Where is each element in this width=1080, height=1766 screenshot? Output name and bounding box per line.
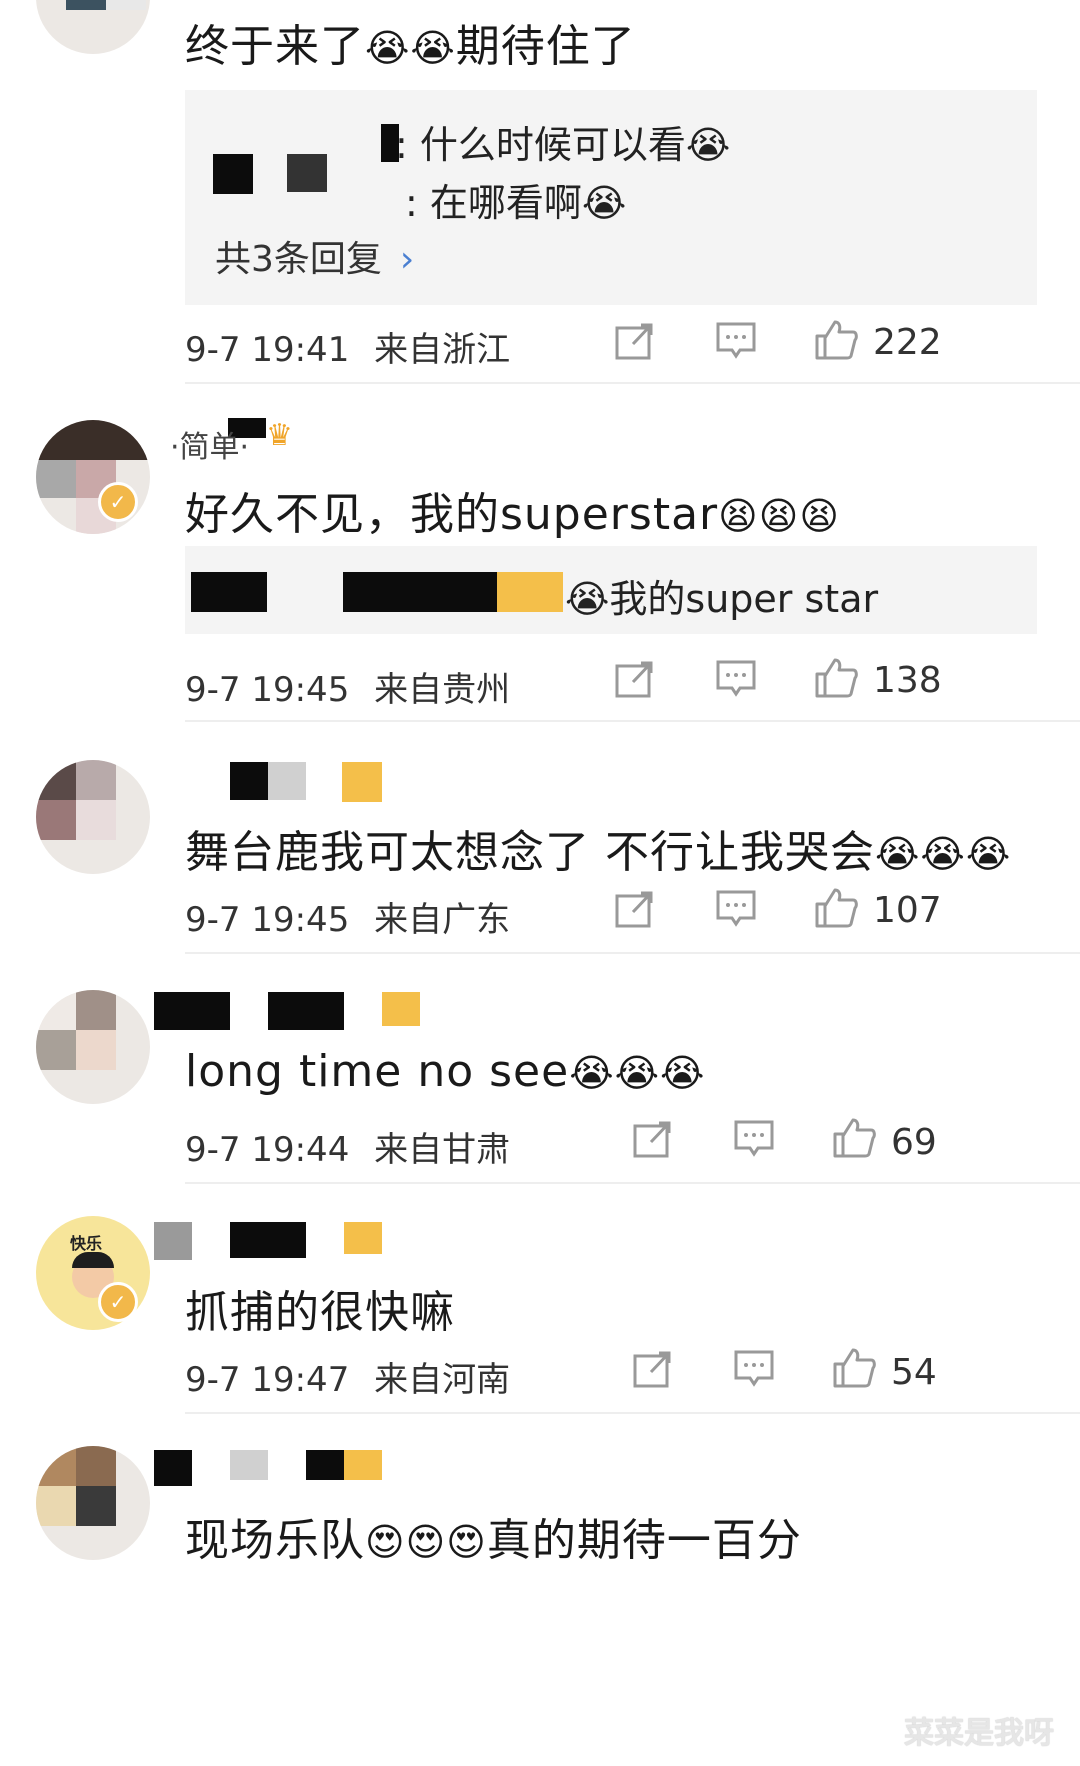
comment-text: long time no see😭😭😭 [185, 1046, 706, 1097]
redacted-username [287, 154, 327, 192]
crying-emoji-icon: 😭 [365, 26, 411, 70]
comment-meta: 9-7 19:44 来自甘肃 [185, 1122, 510, 1171]
redacted-username [343, 572, 497, 612]
comment-meta: 9-7 19:45 来自广东 [185, 892, 510, 941]
crying-emoji-icon: 😭 [965, 832, 1012, 876]
divider [185, 952, 1080, 954]
comment-icon[interactable] [716, 890, 756, 928]
crying-emoji-icon: 😭 [581, 181, 627, 225]
more-replies-link[interactable]: 共3条回复 › [215, 230, 414, 282]
avatar[interactable] [36, 990, 150, 1104]
avatar[interactable] [36, 1446, 150, 1560]
location: 来自浙江 [374, 330, 511, 370]
redacted-username [213, 154, 253, 194]
crying-emoji-icon: 😭 [920, 832, 966, 876]
crying-emoji-icon: 😭 [565, 577, 610, 621]
divider [185, 1182, 1080, 1184]
member-badge-icon [344, 1222, 382, 1254]
crying-emoji-icon: 😭 [685, 123, 731, 167]
comment-text: 现场乐队😍😍😍真的期待一百分 [185, 1515, 802, 1566]
comment-icon[interactable] [734, 1350, 774, 1388]
watermark: 菜菜是我呀 [904, 1716, 1054, 1751]
location: 来自广东 [374, 900, 511, 940]
chevron-right-icon: › [399, 239, 415, 280]
crying-emoji-icon: 😭 [614, 1051, 661, 1095]
screaming-emoji-icon: 😫 [718, 494, 759, 538]
thumbs-up-icon[interactable] [833, 1346, 877, 1388]
screaming-emoji-icon: 😫 [799, 494, 841, 538]
crying-emoji-icon: 😭 [660, 1051, 706, 1095]
avatar[interactable] [36, 420, 150, 534]
timestamp: 9-7 19:41 [185, 330, 350, 370]
like-count: 107 [873, 890, 942, 931]
thumbs-up-icon[interactable] [815, 886, 859, 928]
reply-box[interactable]: : 什么时候可以看😭 : 在哪看啊😭 共3条回复 › [185, 90, 1037, 305]
redacted-username [497, 572, 563, 612]
crying-emoji-icon: 😭 [875, 832, 921, 876]
share-icon[interactable] [633, 1350, 673, 1388]
location: 来自贵州 [374, 670, 511, 710]
share-icon[interactable] [633, 1120, 673, 1158]
reply-text: : 在哪看啊😭 [405, 181, 627, 225]
verified-badge-icon: ✓ [98, 482, 138, 522]
reply-box[interactable]: 😭我的super star [185, 546, 1037, 634]
comment-meta: 9-7 19:45 来自贵州 [185, 662, 510, 711]
heart-eyes-emoji-icon: 😍 [365, 1520, 406, 1564]
divider [185, 382, 1080, 384]
member-badge-icon [382, 992, 420, 1026]
like-count: 69 [891, 1122, 937, 1163]
like-count: 54 [891, 1352, 937, 1393]
comment-icon[interactable] [716, 660, 756, 698]
comment-text: 舞台鹿我可太想念了 不行让我哭会😭😭😭 [185, 827, 1012, 878]
location: 来自甘肃 [374, 1130, 511, 1170]
timestamp: 9-7 19:47 [185, 1360, 350, 1400]
comment-text: 抓捕的很快嘛 [185, 1287, 455, 1338]
thumbs-up-icon[interactable] [815, 656, 859, 698]
share-icon[interactable] [615, 322, 655, 360]
timestamp: 9-7 19:44 [185, 1130, 350, 1170]
crying-emoji-icon: 😭 [569, 1051, 615, 1095]
crying-emoji-icon: 😭 [410, 26, 456, 70]
timestamp: 9-7 19:45 [185, 900, 350, 940]
thumbs-up-icon[interactable] [815, 318, 859, 360]
comment-text: 好久不见，我的superstar😫😫😫 [185, 489, 841, 540]
comment-icon[interactable] [716, 322, 756, 360]
comment-meta: 9-7 19:47 来自河南 [185, 1352, 510, 1401]
divider [185, 1412, 1080, 1414]
comment-meta: 9-7 19:41 来自浙江 [185, 322, 510, 371]
heart-eyes-emoji-icon: 😍 [405, 1520, 447, 1564]
crown-badge-icon: ♛ [266, 418, 293, 453]
avatar-text: 快乐 [70, 1234, 103, 1253]
username-text: ·简单· [170, 430, 250, 465]
avatar[interactable] [36, 760, 150, 874]
location: 来自河南 [374, 1360, 511, 1400]
reply-text: 😭我的super star [565, 577, 879, 621]
redacted-username [335, 124, 375, 154]
divider [185, 720, 1080, 722]
thumbs-up-icon[interactable] [833, 1116, 877, 1158]
timestamp: 9-7 19:45 [185, 670, 350, 710]
heart-eyes-emoji-icon: 😍 [446, 1520, 487, 1564]
share-icon[interactable] [615, 660, 655, 698]
like-count: 222 [873, 322, 942, 363]
avatar[interactable] [36, 0, 150, 54]
like-count: 138 [873, 660, 942, 701]
reply-text: : 什么时候可以看😭 [395, 123, 731, 167]
share-icon[interactable] [615, 890, 655, 928]
comment-text: 终于来了😭😭期待住了 [185, 21, 636, 72]
member-badge-icon [342, 762, 382, 802]
member-badge-icon [344, 1450, 382, 1480]
comment-icon[interactable] [734, 1120, 774, 1158]
verified-badge-icon: ✓ [98, 1282, 138, 1322]
screaming-emoji-icon: 😫 [758, 494, 800, 538]
redacted-username [191, 572, 267, 612]
